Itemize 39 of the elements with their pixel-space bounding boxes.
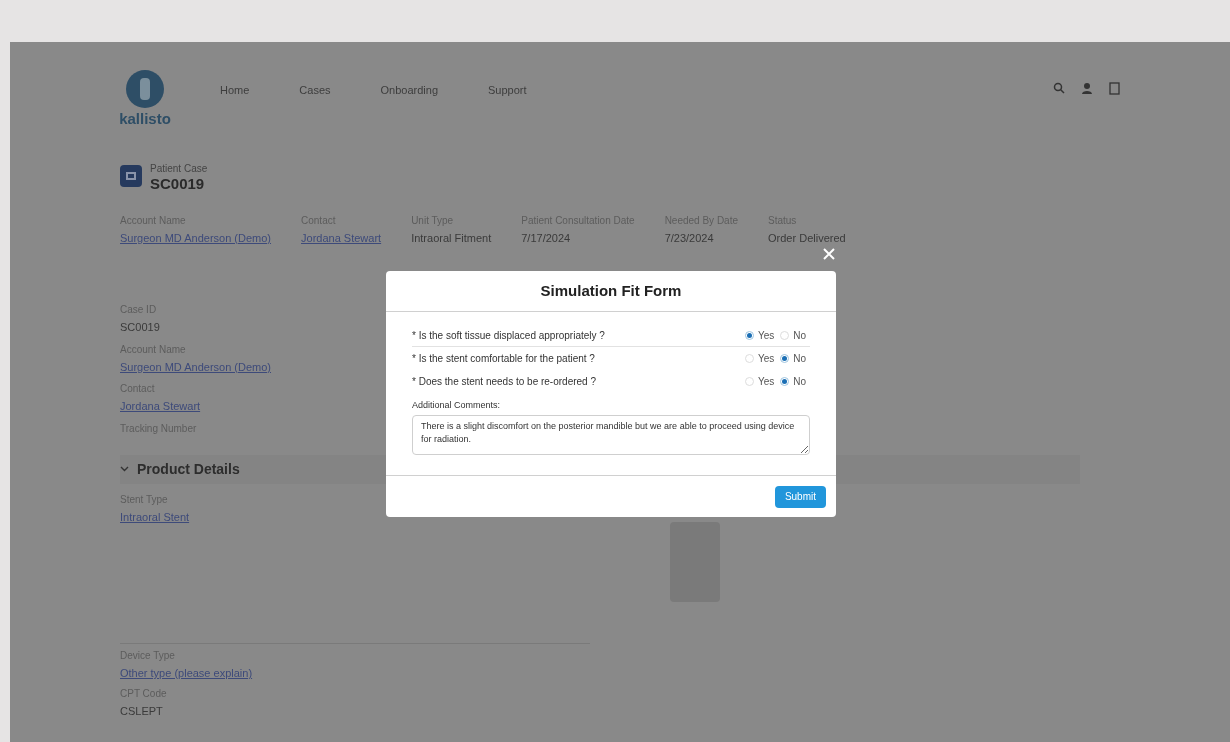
question-text: * Is the stent comfortable for the patient ?	[412, 352, 595, 366]
option-label: No	[793, 352, 806, 366]
document-icon[interactable]	[1109, 82, 1120, 95]
comments-label: Additional Comments:	[412, 399, 502, 412]
field-value: SC0019	[120, 320, 161, 335]
record-title: SC0019	[150, 175, 206, 191]
field-value: Order Delivered	[768, 230, 846, 246]
nav-link[interactable]: Cases	[299, 82, 331, 99]
submit-button[interactable]: Submit	[774, 485, 826, 508]
field-value: 7/23/2024	[664, 230, 715, 246]
field-link[interactable]: Jordana Stewart	[301, 229, 382, 246]
nav-link[interactable]: Onboarding	[380, 82, 439, 99]
option-label: No	[793, 375, 806, 389]
field-value: CSLEPT	[120, 703, 164, 719]
question-text: * Does the stent needs to be re-ordered ?	[412, 375, 596, 389]
field-link[interactable]: Surgeon MD Anderson (Demo)	[120, 358, 360, 375]
search-icon[interactable]	[1053, 82, 1065, 94]
option-label: Yes	[757, 375, 775, 389]
case-icon	[120, 164, 142, 187]
close-icon[interactable]	[823, 248, 835, 260]
user-icon[interactable]	[1081, 82, 1093, 94]
comments-field[interactable]: There is a slight discomfort on the posterior mandible but we are able to proceed using device for radiation.	[412, 414, 810, 455]
field-value: 7/17/2024	[521, 230, 572, 246]
nav-link[interactable]: Home	[220, 82, 250, 99]
logo-text: kallisto	[119, 109, 171, 129]
modal-title: Simulation Fit Form	[540, 280, 682, 301]
option-label: Yes	[757, 352, 775, 366]
option-label: Yes	[757, 328, 775, 343]
chevron-icon[interactable]	[120, 466, 129, 472]
question-text: * Is the soft tissue displaced appropriately ?	[412, 328, 605, 343]
field-link[interactable]: Other type (please explain)	[120, 665, 590, 682]
field-value: Intraoral Fitment	[411, 230, 492, 246]
record-type: Patient Case	[150, 161, 208, 176]
section-title: Product Details	[137, 459, 240, 479]
field-link[interactable]: Surgeon MD Anderson (Demo)	[120, 229, 271, 246]
nav-link[interactable]: Support	[488, 82, 527, 99]
logo-icon	[126, 70, 164, 108]
option-label: No	[793, 328, 806, 343]
field-link[interactable]: Jordana Stewart	[120, 398, 360, 415]
